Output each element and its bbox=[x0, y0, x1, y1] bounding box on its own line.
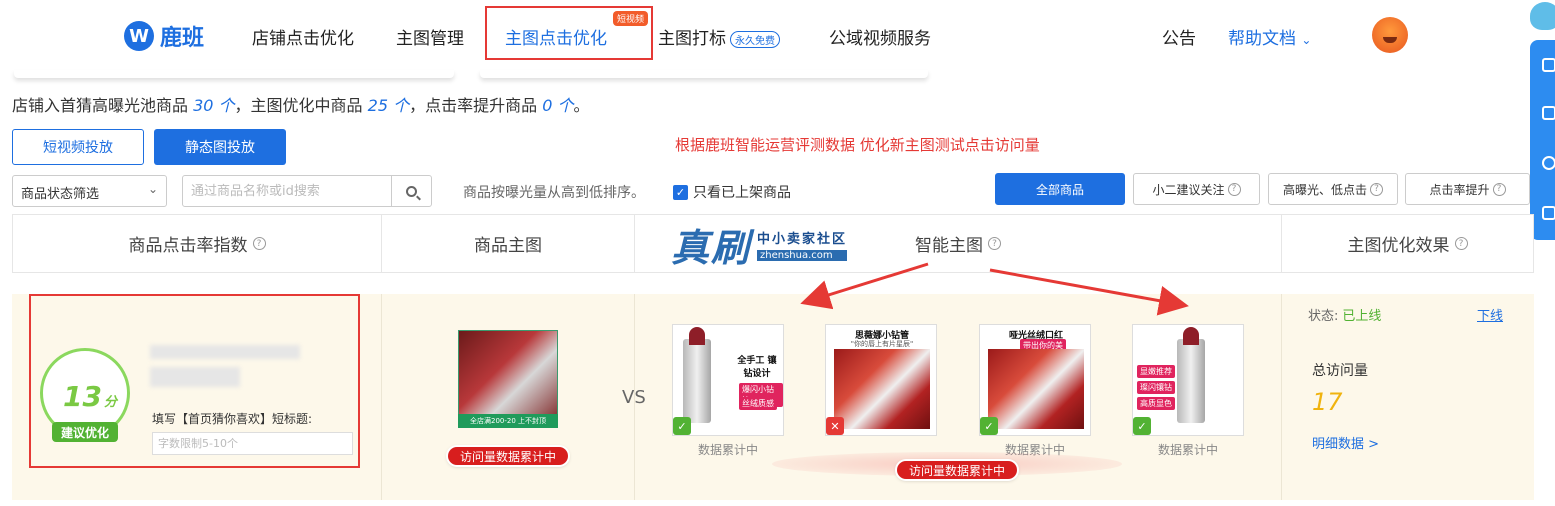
status-label: 状态: bbox=[1308, 309, 1339, 324]
detail-data-link[interactable]: 明细数据 > bbox=[1312, 433, 1379, 452]
total-visits-value: 17 bbox=[1312, 388, 1343, 416]
status-value: 已上线 bbox=[1342, 309, 1382, 324]
arrow-left bbox=[800, 262, 929, 310]
arrow-right bbox=[989, 268, 1189, 316]
page: W 鹿班 店铺点击优化 主图管理 主图点击优化 短视频 主图打标 永久免费 公域视… bbox=[0, 0, 1555, 506]
total-visits-label: 总访问量 bbox=[1312, 363, 1368, 379]
status-line: 状态: 已上线 bbox=[1308, 305, 1381, 324]
offline-link[interactable]: 下线 bbox=[1477, 305, 1503, 324]
annotation-arrows bbox=[800, 262, 1189, 316]
